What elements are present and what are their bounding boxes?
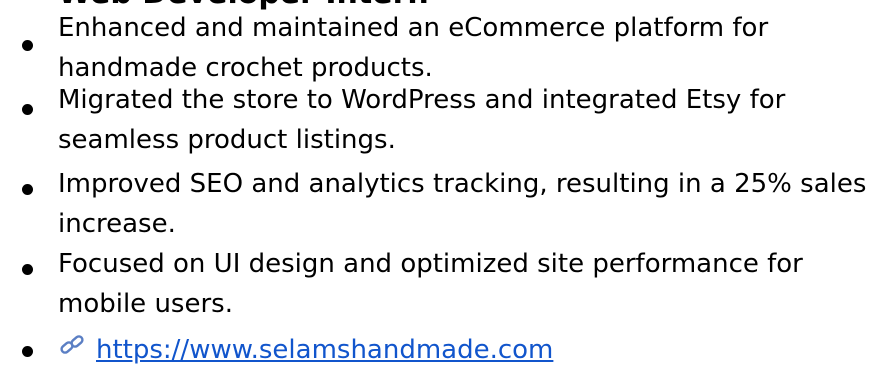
bullet-line: Migrated the store to WordPress and inte… xyxy=(58,85,786,115)
bullet-line: mobile users. xyxy=(58,289,233,319)
bullet-icon xyxy=(22,184,33,195)
bullet-text: Improved SEO and analytics tracking, res… xyxy=(58,164,867,244)
bullet-line: increase. xyxy=(58,209,176,239)
bullet-icon xyxy=(22,40,33,51)
bullet-line: Focused on UI design and optimized site … xyxy=(58,249,803,279)
website-link-row: https://www.selamshandmade.com xyxy=(58,330,553,371)
bullet-line: seamless product listings. xyxy=(58,125,396,155)
bullet-line: Enhanced and maintained an eCommerce pla… xyxy=(58,13,769,43)
bullet-icon xyxy=(22,104,33,115)
website-link[interactable]: https://www.selamshandmade.com xyxy=(96,335,553,365)
bullet-icon xyxy=(22,264,33,275)
bullet-line: Improved SEO and analytics tracking, res… xyxy=(58,169,867,199)
bullet-text: Enhanced and maintained an eCommerce pla… xyxy=(58,8,863,88)
bullet-text: Migrated the store to WordPress and inte… xyxy=(58,80,863,160)
bullet-icon xyxy=(22,346,33,357)
bullet-text: Focused on UI design and optimized site … xyxy=(58,244,863,324)
